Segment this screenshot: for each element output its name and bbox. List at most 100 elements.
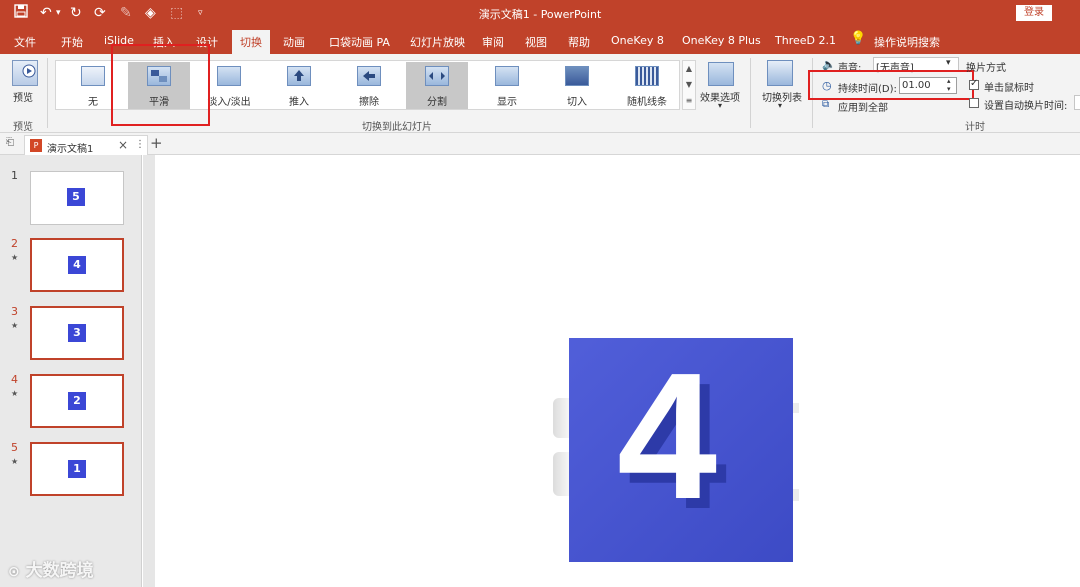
fade-transition-icon (217, 66, 241, 86)
apply-all-icon: ⧉ (822, 99, 830, 110)
on-click-checkbox[interactable]: ✓ (969, 78, 979, 90)
transition-label: 擦除 (359, 97, 379, 108)
cube-side-shape (553, 452, 569, 496)
random-bars-transition-icon (635, 66, 659, 86)
login-button[interactable]: 登录 (1016, 5, 1052, 21)
chevron-down-icon[interactable]: ▾ (718, 101, 722, 110)
after-time-input[interactable] (1074, 95, 1080, 110)
tell-me-search[interactable]: 操作说明搜索 (874, 34, 940, 50)
transition-star-icon: ★ (11, 253, 19, 262)
close-icon[interactable]: × (118, 138, 128, 152)
document-tab-name: 演示文稿1 (47, 144, 94, 155)
preview-button[interactable]: 预览 (13, 89, 33, 104)
transition-random-bars[interactable]: 随机线条 (616, 62, 678, 109)
transition-reveal[interactable]: 显示 (476, 62, 538, 109)
current-slide[interactable]: 4 4 (155, 155, 1080, 587)
split-transition-icon (425, 66, 449, 86)
duration-highlight (808, 70, 974, 100)
transition-push[interactable]: 推入 (268, 62, 330, 109)
tab-pocket-animation[interactable]: 口袋动画 PA (329, 34, 390, 50)
powerpoint-icon: P (30, 139, 42, 152)
advance-slide-title: 换片方式 (966, 63, 1006, 74)
tab-slideshow[interactable]: 幻灯片放映 (410, 34, 465, 50)
reveal-transition-icon (495, 66, 519, 86)
tab-threed[interactable]: ThreeD 2.1 (775, 34, 836, 47)
document-tab-bar: ⎗ P 演示文稿1 × ⋮ + (0, 133, 1080, 155)
preview-icon[interactable] (12, 60, 38, 86)
tab-transitions[interactable]: 切换 (232, 30, 270, 54)
transition-label: 随机线条 (627, 97, 667, 108)
cube-side-shape (793, 489, 799, 501)
transition-star-icon: ★ (11, 457, 19, 466)
document-tab[interactable]: P 演示文稿1 × ⋮ (24, 135, 148, 155)
morph-highlight (111, 44, 210, 126)
slide-thumbnail[interactable]: 3 (30, 306, 124, 360)
thumbnail-digit: 3 (68, 324, 86, 342)
tab-animations[interactable]: 动画 (283, 34, 305, 50)
transition-label: 分割 (427, 97, 447, 108)
watermark-text: 大数跨境 (25, 561, 94, 581)
group-divider (47, 58, 48, 128)
group-divider (750, 58, 751, 128)
watermark-logo-icon: ⊙ (8, 564, 20, 580)
cube-digit: 4 (617, 338, 718, 537)
slide-number: 5 (11, 441, 18, 454)
slide-thumbnail[interactable]: 1 (30, 442, 124, 496)
window-title: 演示文稿1 - PowerPoint (478, 8, 602, 21)
timing-group-label: 计时 (965, 122, 985, 133)
tab-help[interactable]: 帮助 (568, 34, 590, 50)
slide-number: 1 (11, 169, 18, 182)
transition-label: 切入 (567, 97, 587, 108)
slide-thumbnails-pane: 1 5 2 ★ 4 3 ★ 3 4 ★ 2 5 ★ 1 (0, 155, 142, 587)
tab-review[interactable]: 审阅 (482, 34, 504, 50)
new-tab-icon[interactable]: + (150, 134, 163, 152)
transition-cut[interactable]: 切入 (546, 62, 608, 109)
thumbnail-digit: 2 (68, 392, 86, 410)
tab-file[interactable]: 文件 (14, 34, 36, 50)
lightbulb-icon: 💡 (850, 31, 867, 46)
slide-thumbnail[interactable]: 2 (30, 374, 124, 428)
tab-onekey8-plus[interactable]: OneKey 8 Plus (682, 34, 761, 47)
chevron-down-icon[interactable]: ▾ (778, 101, 782, 110)
preview-group-label: 预览 (13, 122, 33, 133)
transition-label: 推入 (289, 97, 309, 108)
chevron-down-icon: ▾ (946, 58, 951, 68)
slide-number: 3 (11, 305, 18, 318)
switch-list-icon (767, 60, 793, 86)
number-cube[interactable]: 4 4 (569, 338, 793, 562)
slide-number: 4 (11, 373, 18, 386)
more-icon[interactable]: ⋮ (135, 139, 145, 150)
tab-onekey8[interactable]: OneKey 8 (611, 34, 664, 47)
thumbnail-digit: 4 (68, 256, 86, 274)
transition-group-label: 切换到此幻灯片 (362, 122, 432, 133)
title-bar: ↶ ▾ ↻ ⟳ ✎ ◈ ⬚ ▿ 演示文稿1 - PowerPoint 登录 (0, 0, 1080, 27)
after-checkbox[interactable] (969, 98, 979, 108)
slide-editor: 4 4 (143, 155, 1080, 587)
slide-thumbnail[interactable]: 4 (30, 238, 124, 292)
on-click-label: 单击鼠标时 (984, 83, 1034, 94)
tab-home[interactable]: 开始 (61, 34, 83, 50)
transition-split[interactable]: 分割 (406, 62, 468, 109)
thumbnail-digit: 5 (67, 188, 85, 206)
transition-star-icon: ★ (11, 389, 19, 398)
thumbnail-digit: 1 (68, 460, 86, 478)
push-transition-icon (287, 66, 311, 86)
wipe-transition-icon (357, 66, 381, 86)
watermark: ⊙ 大数跨境 (8, 556, 94, 581)
slide-thumbnail[interactable]: 5 (30, 171, 124, 225)
after-label: 设置自动换片时间: (984, 101, 1068, 112)
apply-all-button[interactable]: 应用到全部 (838, 99, 888, 114)
transition-label: 显示 (497, 97, 517, 108)
cut-transition-icon (565, 66, 589, 86)
checkmark-icon: ✓ (970, 78, 979, 89)
pin-icon[interactable]: ⎗ (6, 137, 14, 148)
transition-star-icon: ★ (11, 321, 19, 330)
gallery-scroll[interactable]: ▲ ▼ ≡ (682, 60, 696, 110)
transition-wipe[interactable]: 擦除 (338, 62, 400, 109)
tab-view[interactable]: 视图 (525, 34, 547, 50)
effect-options-icon (708, 62, 734, 86)
none-transition-icon (81, 66, 105, 86)
cube-side-shape (793, 403, 799, 413)
cube-side-shape (553, 398, 569, 438)
slide-number: 2 (11, 237, 18, 250)
